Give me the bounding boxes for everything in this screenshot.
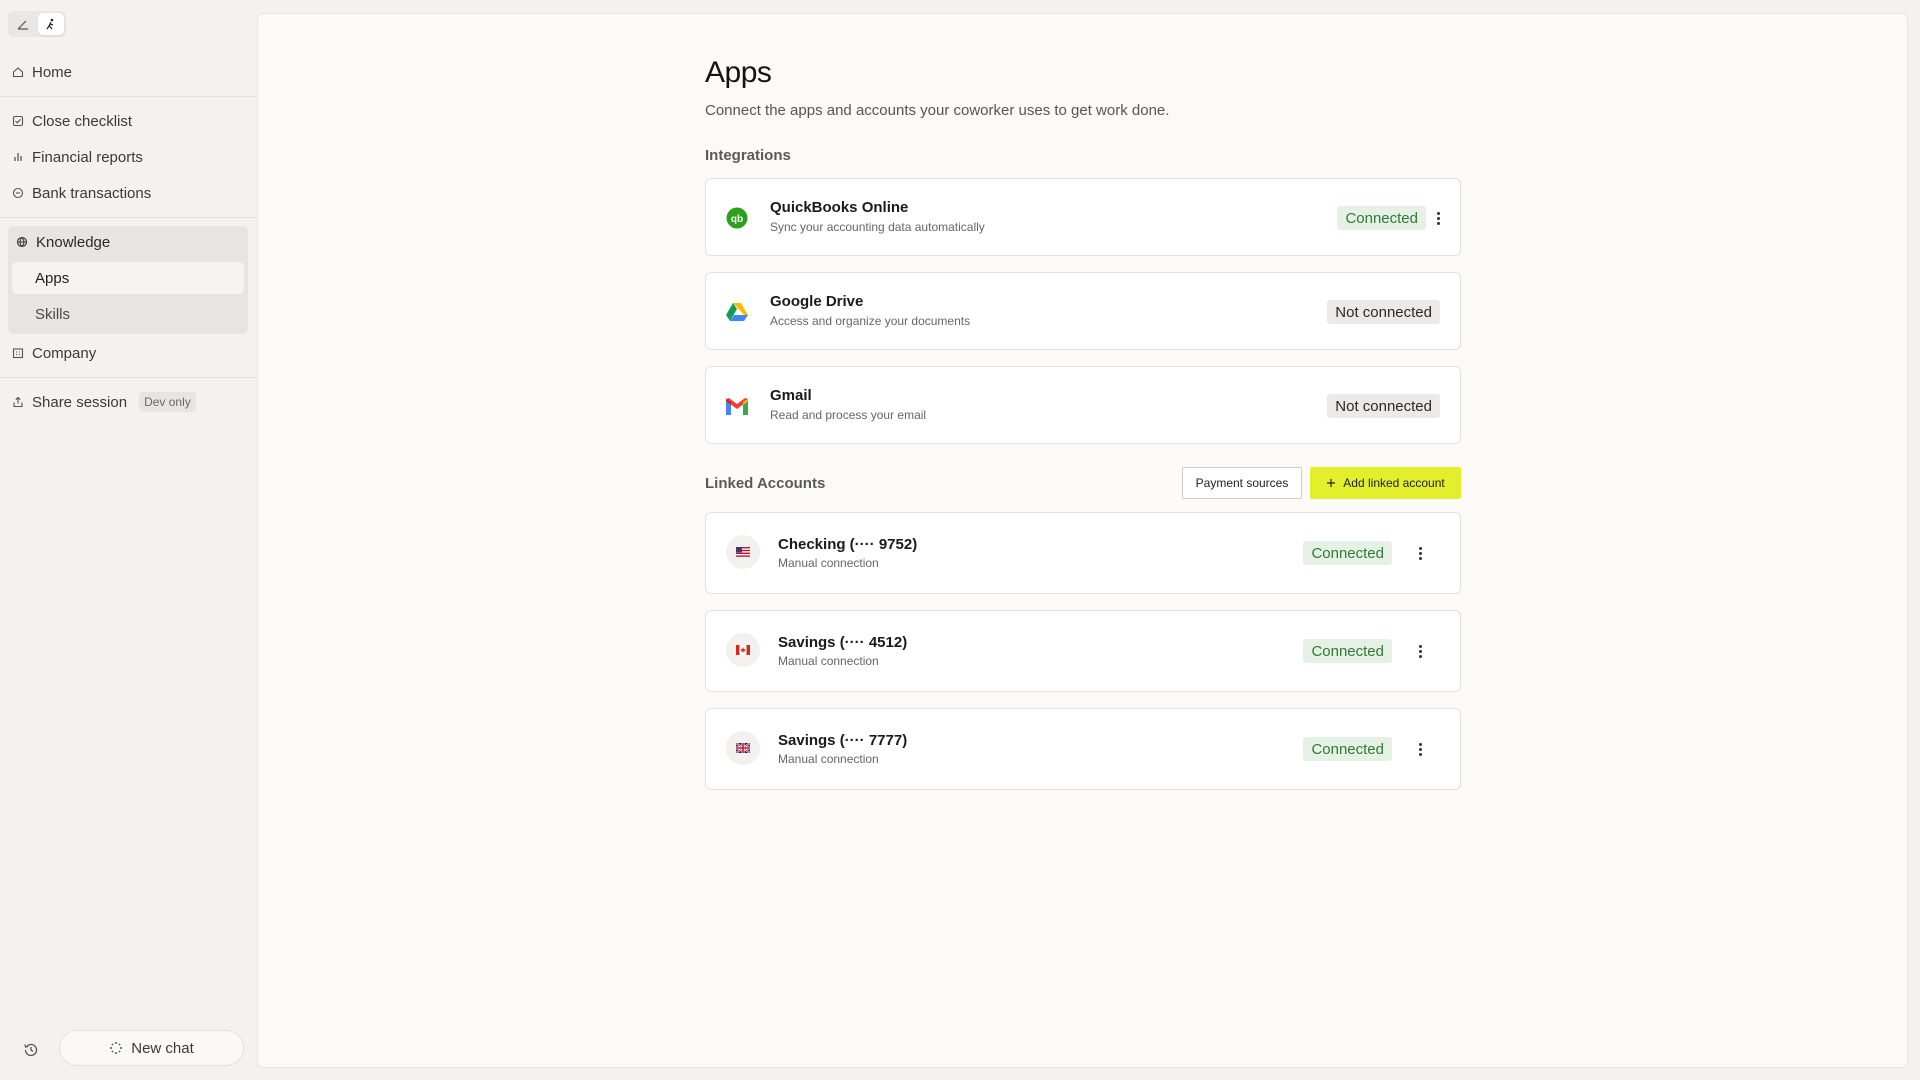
more-options-icon[interactable]	[1410, 543, 1430, 563]
integration-name: QuickBooks Online	[770, 199, 909, 216]
status-badge: Connected	[1303, 541, 1392, 565]
integrations-label: Integrations	[705, 147, 791, 164]
agent-mode-icon[interactable]	[38, 13, 64, 35]
sidebar-item-label: Close checklist	[32, 112, 133, 130]
globe-icon	[16, 236, 28, 248]
sidebar-item-home[interactable]: Home	[12, 56, 244, 88]
linked-account-card[interactable]: Savings (···· 4512) Manual connection Co…	[705, 610, 1461, 692]
plus-icon	[1327, 479, 1336, 487]
new-chat-label: New chat	[131, 1039, 194, 1057]
sparkle-icon	[110, 1042, 123, 1054]
status-badge: Not connected	[1327, 394, 1440, 418]
more-options-icon[interactable]	[1410, 641, 1430, 661]
canada-flag-icon	[726, 633, 760, 667]
sidebar-divider	[0, 217, 256, 218]
google-drive-icon	[726, 301, 748, 323]
integration-name: Google Drive	[770, 293, 864, 310]
svg-text:qb: qb	[731, 214, 743, 225]
sidebar-item-apps[interactable]: Apps	[12, 262, 244, 294]
account-name: Checking (···· 9752)	[778, 536, 918, 553]
home-icon	[12, 67, 24, 78]
building-icon	[12, 348, 24, 359]
page-title: Apps	[705, 56, 772, 89]
status-badge: Connected	[1303, 737, 1392, 761]
sidebar-item-company[interactable]: Company	[12, 337, 244, 369]
sidebar-item-share-session[interactable]: Share session Dev only	[12, 386, 244, 418]
sidebar-item-skills[interactable]: Skills	[12, 298, 244, 330]
linked-account-card[interactable]: Checking (···· 9752) Manual connection C…	[705, 512, 1461, 594]
status-badge: Connected	[1303, 639, 1392, 663]
dev-only-badge: Dev only	[139, 392, 196, 412]
quickbooks-icon: qb	[726, 207, 748, 229]
main-panel: Apps Connect the apps and accounts your …	[257, 13, 1908, 1068]
share-icon	[13, 396, 23, 408]
linked-account-card[interactable]: Savings (···· 7777) Manual connection Co…	[705, 708, 1461, 790]
sidebar-item-label: Bank transactions	[32, 184, 152, 202]
sidebar-item-close-checklist[interactable]: Close checklist	[12, 105, 244, 137]
account-desc: Manual connection	[778, 654, 879, 668]
more-options-icon[interactable]	[1428, 208, 1448, 228]
bank-icon	[12, 187, 24, 199]
add-linked-account-button[interactable]: Add linked account	[1310, 467, 1461, 499]
chart-mode-icon[interactable]	[10, 13, 36, 35]
sidebar-item-label: Company	[32, 344, 97, 362]
integration-desc: Access and organize your documents	[770, 314, 971, 328]
sidebar-item-label: Financial reports	[32, 148, 143, 166]
status-badge: Not connected	[1327, 300, 1440, 324]
sidebar-item-label: Share session	[32, 393, 128, 411]
sidebar: Home Close checklist Financial reports B…	[0, 0, 256, 1080]
bar-chart-icon	[14, 153, 22, 161]
account-desc: Manual connection	[778, 556, 879, 570]
mode-toggle[interactable]	[8, 11, 66, 37]
account-name: Savings (···· 7777)	[778, 732, 908, 749]
sidebar-divider	[0, 96, 256, 97]
integration-desc: Read and process your email	[770, 408, 927, 422]
sidebar-item-knowledge[interactable]: Knowledge	[16, 226, 110, 258]
payment-sources-button[interactable]: Payment sources	[1182, 467, 1302, 499]
account-desc: Manual connection	[778, 752, 879, 766]
sidebar-item-label: Home	[32, 63, 73, 81]
new-chat-button[interactable]: New chat	[59, 1030, 244, 1066]
uk-flag-icon	[726, 731, 760, 765]
account-name: Savings (···· 4512)	[778, 634, 908, 651]
integration-name: Gmail	[770, 387, 812, 404]
sidebar-item-label: Apps	[35, 269, 70, 287]
integration-desc: Sync your accounting data automatically	[770, 220, 985, 234]
knowledge-group: Knowledge Apps Skills	[8, 226, 248, 334]
integration-card-quickbooks[interactable]: qb QuickBooks Online Sync your accountin…	[705, 178, 1461, 256]
sidebar-item-label: Knowledge	[36, 233, 111, 251]
gmail-icon	[726, 395, 748, 417]
linked-accounts-label: Linked Accounts	[705, 475, 826, 492]
more-options-icon[interactable]	[1410, 739, 1430, 759]
add-linked-account-label: Add linked account	[1343, 476, 1445, 490]
status-badge: Connected	[1337, 206, 1426, 230]
page-subtitle: Connect the apps and accounts your cowor…	[705, 102, 1170, 119]
sidebar-divider	[0, 377, 256, 378]
integration-card-google-drive[interactable]: Google Drive Access and organize your do…	[705, 272, 1461, 350]
integration-card-gmail[interactable]: Gmail Read and process your email Not co…	[705, 366, 1461, 444]
history-icon	[24, 1043, 38, 1057]
history-button[interactable]	[20, 1039, 42, 1061]
sidebar-item-bank-transactions[interactable]: Bank transactions	[12, 177, 244, 209]
us-flag-icon	[726, 535, 760, 569]
checklist-icon	[12, 115, 24, 127]
sidebar-item-financial-reports[interactable]: Financial reports	[12, 141, 244, 173]
sidebar-item-label: Skills	[35, 305, 71, 323]
